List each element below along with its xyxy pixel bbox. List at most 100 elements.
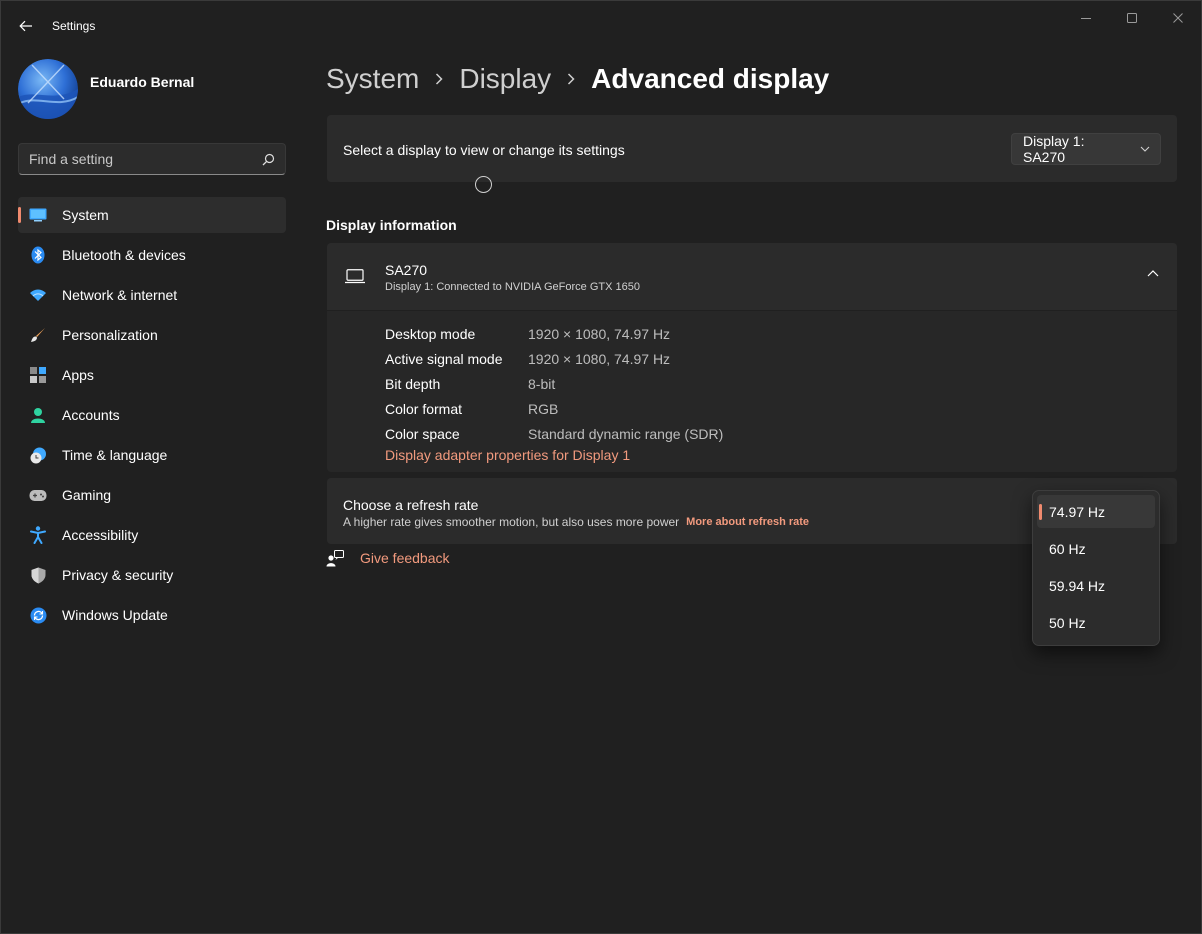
brush-icon	[29, 326, 47, 344]
sidebar-item-label: Apps	[62, 367, 94, 383]
info-value: 1920 × 1080, 74.97 Hz	[528, 325, 671, 342]
search-input[interactable]: Find a setting	[29, 151, 262, 167]
minimize-icon	[1081, 18, 1091, 19]
clock-globe-icon	[29, 446, 47, 464]
info-key: Desktop mode	[385, 325, 476, 342]
sidebar-item-system[interactable]: System	[18, 197, 286, 233]
give-feedback-link[interactable]: Give feedback	[326, 548, 450, 568]
sidebar-item-label: Time & language	[62, 447, 168, 463]
breadcrumb: System Display Advanced display	[326, 59, 829, 99]
window-controls	[1063, 1, 1201, 35]
info-value: Standard dynamic range (SDR)	[528, 425, 724, 442]
profile-name: Eduardo Bernal	[90, 74, 195, 90]
sidebar-item-bluetooth[interactable]: Bluetooth & devices	[18, 237, 286, 273]
section-title: Display information	[326, 217, 457, 233]
chevron-right-icon	[435, 73, 443, 85]
refresh-rate-description: A higher rate gives smoother motion, but…	[343, 515, 809, 529]
display-dropdown-value: Display 1: SA270	[1023, 133, 1085, 165]
sidebar-item-time-language[interactable]: Time & language	[18, 437, 286, 473]
sidebar-item-accounts[interactable]: Accounts	[18, 397, 286, 433]
info-row: Bit depth 8-bit	[385, 371, 723, 396]
shield-icon	[29, 566, 47, 584]
avatar	[18, 59, 78, 119]
title-bar: Settings	[1, 1, 1201, 51]
refresh-rate-subtitle: A higher rate gives smoother motion, but…	[343, 515, 680, 529]
display-select-label: Select a display to view or change its s…	[343, 142, 625, 158]
sidebar-item-privacy-security[interactable]: Privacy & security	[18, 557, 286, 593]
chevron-up-icon[interactable]	[1147, 270, 1159, 277]
info-value: 1920 × 1080, 74.97 Hz	[528, 350, 671, 367]
sidebar-item-label: Accessibility	[62, 527, 139, 543]
bluetooth-icon	[29, 246, 47, 264]
sidebar-item-gaming[interactable]: Gaming	[18, 477, 286, 513]
refresh-rate-option[interactable]: 59.94 Hz	[1037, 569, 1155, 602]
back-button[interactable]	[13, 14, 39, 38]
breadcrumb-system[interactable]: System	[326, 63, 419, 95]
info-key: Color format	[385, 400, 463, 417]
system-icon	[29, 206, 47, 224]
info-row: Color space Standard dynamic range (SDR)	[385, 421, 723, 446]
info-row: Desktop mode 1920 × 1080, 74.97 Hz	[385, 321, 723, 346]
display-dropdown[interactable]: Display 1: SA270	[1011, 133, 1161, 165]
close-button[interactable]	[1155, 1, 1201, 35]
display-name: SA270	[385, 262, 428, 278]
busy-cursor-icon	[475, 176, 492, 193]
maximize-icon	[1127, 13, 1137, 23]
avatar-image-icon	[18, 59, 78, 119]
minimize-button[interactable]	[1063, 1, 1109, 35]
sidebar-item-apps[interactable]: Apps	[18, 357, 286, 393]
gamepad-icon	[29, 486, 47, 504]
apps-icon	[29, 366, 47, 384]
settings-window: Settings Eduardo Bernal Find a setting S…	[0, 0, 1202, 934]
chevron-down-icon	[1130, 146, 1160, 152]
sidebar-item-label: Network & internet	[62, 287, 178, 303]
sidebar-item-label: Privacy & security	[62, 567, 174, 583]
account-icon	[29, 406, 47, 424]
search-box[interactable]: Find a setting	[18, 143, 286, 175]
wifi-icon	[29, 286, 47, 304]
refresh-rate-learn-more-link[interactable]: More about refresh rate	[686, 516, 809, 529]
display-info-header[interactable]: SA270 Display 1: Connected to NVIDIA GeF…	[327, 243, 1177, 310]
refresh-rate-option-label: 74.97 Hz	[1049, 503, 1106, 520]
display-select-card: Select a display to view or change its s…	[327, 115, 1177, 182]
breadcrumb-display[interactable]: Display	[459, 63, 551, 95]
info-row: Color format RGB	[385, 396, 723, 421]
refresh-rate-option-label: 50 Hz	[1049, 614, 1086, 631]
page-title: Advanced display	[591, 63, 830, 94]
user-profile[interactable]: Eduardo Bernal	[18, 58, 194, 120]
feedback-icon	[326, 549, 344, 566]
sidebar-item-label: Gaming	[62, 487, 112, 503]
maximize-button[interactable]	[1109, 1, 1155, 35]
close-icon	[1173, 13, 1183, 23]
back-arrow-icon	[19, 20, 32, 32]
refresh-rate-dropdown-list: 74.97 Hz 60 Hz 59.94 Hz 50 Hz	[1032, 490, 1160, 646]
info-key: Bit depth	[385, 375, 441, 392]
sidebar-item-label: Personalization	[62, 327, 158, 343]
sidebar-item-accessibility[interactable]: Accessibility	[18, 517, 286, 553]
refresh-rate-option[interactable]: 50 Hz	[1037, 606, 1155, 639]
info-value: RGB	[528, 400, 559, 417]
sidebar-item-windows-update[interactable]: Windows Update	[18, 597, 286, 633]
info-value: 8-bit	[528, 375, 556, 392]
sidebar-item-network[interactable]: Network & internet	[18, 277, 286, 313]
sidebar-item-label: Windows Update	[62, 607, 168, 623]
refresh-rate-option[interactable]: 74.97 Hz	[1037, 495, 1155, 528]
update-icon	[29, 606, 47, 624]
display-info-details: Desktop mode 1920 × 1080, 74.97 Hz Activ…	[327, 311, 1177, 472]
adapter-properties-link[interactable]: Display adapter properties for Display 1	[385, 447, 630, 463]
refresh-rate-option-label: 59.94 Hz	[1049, 577, 1106, 594]
accessibility-icon	[29, 526, 47, 544]
sidebar-nav: System Bluetooth & devices Network & int…	[18, 197, 286, 637]
refresh-rate-title: Choose a refresh rate	[343, 497, 479, 513]
sidebar-item-personalization[interactable]: Personalization	[18, 317, 286, 353]
info-key: Active signal mode	[385, 350, 503, 367]
refresh-rate-option[interactable]: 60 Hz	[1037, 532, 1155, 565]
chevron-right-icon	[567, 73, 575, 85]
refresh-rate-option-label: 60 Hz	[1049, 540, 1086, 557]
monitor-icon	[345, 269, 365, 284]
app-title: Settings	[52, 19, 96, 33]
info-row: Active signal mode 1920 × 1080, 74.97 Hz	[385, 346, 723, 371]
sidebar-item-label: System	[62, 207, 109, 223]
display-info-rows: Desktop mode 1920 × 1080, 74.97 Hz Activ…	[385, 321, 723, 446]
display-connection: Display 1: Connected to NVIDIA GeForce G…	[385, 281, 640, 293]
